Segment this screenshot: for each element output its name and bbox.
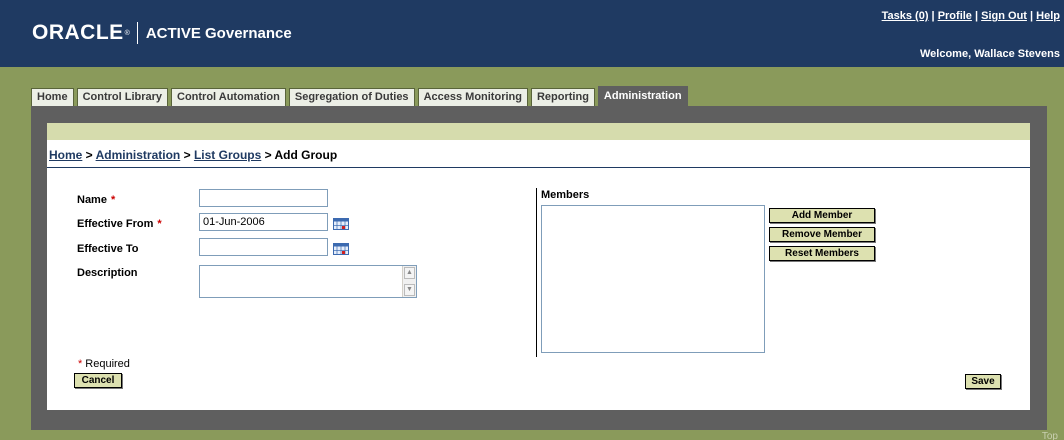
app-header: ORACLE ® ACTIVE Governance Tasks (0) | Pr…	[0, 0, 1064, 67]
calendar-icon[interactable]	[333, 243, 349, 255]
logo-divider	[136, 22, 138, 44]
save-button[interactable]: Save	[965, 374, 1001, 389]
required-note-text: Required	[85, 358, 130, 370]
remove-member-button[interactable]: Remove Member	[769, 227, 875, 242]
help-link[interactable]: Help	[1036, 10, 1060, 22]
brand-name: ORACLE	[32, 21, 124, 44]
breadcrumb-administration[interactable]: Administration	[96, 148, 181, 162]
tab-home[interactable]: Home	[31, 88, 74, 106]
link-separator: |	[1026, 10, 1037, 22]
name-input[interactable]	[199, 189, 328, 207]
description-scrollbar[interactable]: ▲ ▼	[402, 266, 416, 297]
cancel-button[interactable]: Cancel	[74, 373, 122, 388]
tab-access-monitoring[interactable]: Access Monitoring	[417, 88, 528, 106]
name-label: Name *	[77, 194, 115, 206]
required-star: *	[157, 218, 162, 230]
breadcrumb-separator: >	[82, 148, 96, 162]
tab-reporting[interactable]: Reporting	[530, 88, 595, 106]
global-links: Tasks (0) | Profile | Sign Out | Help	[882, 10, 1060, 22]
registered-mark: ®	[124, 29, 130, 37]
scroll-down-icon[interactable]: ▼	[404, 284, 415, 296]
required-note: * Required	[78, 358, 130, 370]
top-link[interactable]: Top	[1042, 431, 1058, 440]
tab-control-library[interactable]: Control Library	[76, 88, 169, 106]
link-separator: |	[971, 10, 982, 22]
product-name: ACTIVE Governance	[145, 24, 292, 42]
effective-to-label: Effective To	[77, 243, 139, 255]
name-label-text: Name	[77, 194, 107, 206]
link-separator: |	[928, 10, 938, 22]
reset-members-button[interactable]: Reset Members	[769, 246, 875, 261]
breadcrumb-separator: >	[261, 148, 275, 162]
add-group-panel: Home > Administration > List Groups > Ad…	[47, 123, 1030, 410]
breadcrumb-separator: >	[180, 148, 194, 162]
members-listbox[interactable]	[541, 205, 765, 353]
required-star: *	[110, 194, 116, 206]
oracle-logo: ORACLE ® ACTIVE Governance	[32, 21, 292, 45]
effective-to-label-text: Effective To	[77, 243, 139, 255]
description-label: Description	[77, 267, 138, 279]
effective-from-label: Effective From *	[77, 218, 162, 230]
breadcrumb: Home > Administration > List Groups > Ad…	[49, 148, 337, 162]
header-band	[47, 123, 1030, 140]
required-star: *	[78, 358, 83, 370]
tab-administration[interactable]: Administration	[597, 86, 688, 106]
effective-to-input[interactable]	[199, 238, 328, 256]
breadcrumb-current: Add Group	[274, 148, 338, 162]
tasks-link[interactable]: Tasks (0)	[882, 10, 929, 22]
add-member-button[interactable]: Add Member	[769, 208, 875, 223]
calendar-icon[interactable]	[333, 218, 349, 230]
tab-control-automation[interactable]: Control Automation	[171, 88, 286, 106]
members-divider	[536, 188, 537, 357]
content-frame: Home > Administration > List Groups > Ad…	[31, 106, 1047, 430]
effective-from-label-text: Effective From	[77, 218, 154, 230]
scroll-up-icon[interactable]: ▲	[404, 267, 415, 279]
effective-from-input[interactable]	[199, 213, 328, 231]
members-label: Members	[541, 189, 590, 201]
breadcrumb-home[interactable]: Home	[49, 148, 82, 162]
sign-out-link[interactable]: Sign Out	[981, 10, 1027, 22]
main-tabs: Home Control Library Control Automation …	[31, 86, 688, 106]
tab-segregation-of-duties[interactable]: Segregation of Duties	[288, 88, 415, 106]
description-textarea[interactable]: ▲ ▼	[199, 265, 417, 298]
profile-link[interactable]: Profile	[938, 10, 972, 22]
welcome-message: Welcome, Wallace Stevens	[919, 48, 1060, 60]
description-label-text: Description	[77, 267, 138, 279]
breadcrumb-list-groups[interactable]: List Groups	[194, 148, 261, 162]
header-divider	[47, 167, 1030, 168]
